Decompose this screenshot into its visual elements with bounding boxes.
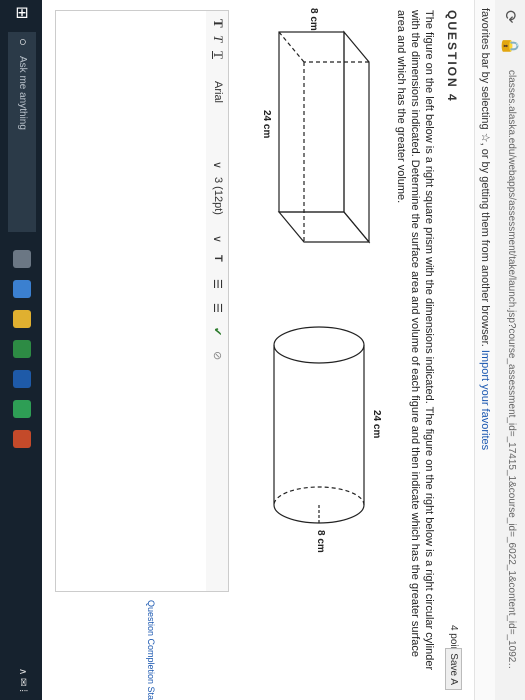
answer-text-area[interactable] [55,10,206,592]
prism-top-face [343,30,370,244]
store-icon[interactable] [13,340,31,358]
font-family-select[interactable]: Arial [212,81,224,103]
favorites-hint: favorites bar by selecting ☆, or by gett… [479,8,492,450]
cortana-icon: ○ [16,38,31,46]
save-answer-button[interactable]: Save A [445,648,462,690]
favorites-hint-text: favorites bar by selecting ☆, or by gett… [479,8,491,347]
question-title: QUESTION 4 [445,10,459,103]
edge-icon[interactable] [13,280,31,298]
chevron-down-icon[interactable]: ∨ [211,235,224,243]
refresh-icon[interactable]: ⟳ [500,10,520,23]
task-view-icon[interactable] [13,250,31,268]
prism-hidden-edge-1 [278,31,305,63]
cylinder-figure [273,326,365,524]
font-size-select[interactable]: 3 (12pt) [212,177,224,215]
prism-height-label: 8 cm [308,8,319,31]
file-explorer-icon[interactable] [13,310,31,328]
cylinder-right-end-back [273,486,365,506]
cylinder-left-end [273,326,365,364]
import-favorites-link[interactable]: Import your favorites [479,350,491,450]
lock-icon: 🔒 [501,36,518,56]
question-completion-status: Question Completion Status: [146,600,156,700]
cortana-search[interactable]: ○ Ask me anything [8,32,36,232]
assessment-content: QUESTION 4 4 points Save A The figure on… [42,0,474,700]
url-field[interactable]: classes.alaska.edu/webapps/assessment/ta… [506,70,517,670]
text-color-button[interactable]: T [212,255,224,262]
italic-button[interactable]: T [210,35,226,42]
figures-svg [273,30,371,524]
cylinder-height-label: 24 cm [371,410,382,439]
prism-length-label: 24 cm [261,110,272,139]
prism-front-face [278,31,345,213]
prism-figure [277,30,371,244]
bold-button[interactable]: T [210,19,226,28]
bullet-list-button[interactable]: ☰ [211,279,224,289]
screen: ⟳ 🔒 classes.alaska.edu/webapps/assessmen… [0,0,525,700]
favorites-bar: favorites bar by selecting ☆, or by gett… [474,0,495,700]
windows-start-icon[interactable]: ⊞ [12,6,32,19]
system-tray[interactable]: ∧ ✉ ⁞ [17,668,28,692]
excel-icon[interactable] [13,400,31,418]
cylinder-diameter-label: 8 cm [315,530,326,553]
address-bar: ⟳ 🔒 classes.alaska.edu/webapps/assessmen… [494,0,525,700]
underline-button[interactable]: T [210,51,226,59]
link-icon[interactable]: ⊘ [211,351,224,360]
spellcheck-icon[interactable]: ✔ [211,327,224,336]
question-figures: 8 cm 24 cm 24 cm 8 cm [224,0,414,700]
search-placeholder: Ask me anything [17,56,28,130]
word-icon[interactable] [13,370,31,388]
chevron-down-icon[interactable]: ∨ [211,161,224,169]
editor-toolbar: T T T Arial ∨ 3 (12pt) ∨ T ☰ ☰ ✔ ⊘ [205,10,229,592]
prism-side-face [277,211,371,243]
question-header: QUESTION 4 4 points Save A [440,10,462,690]
chrome-icon[interactable] [13,430,31,448]
numbered-list-button[interactable]: ☰ [211,303,224,313]
windows-taskbar: ⊞ ○ Ask me anything ∧ ✉ ⁞ [0,0,42,700]
